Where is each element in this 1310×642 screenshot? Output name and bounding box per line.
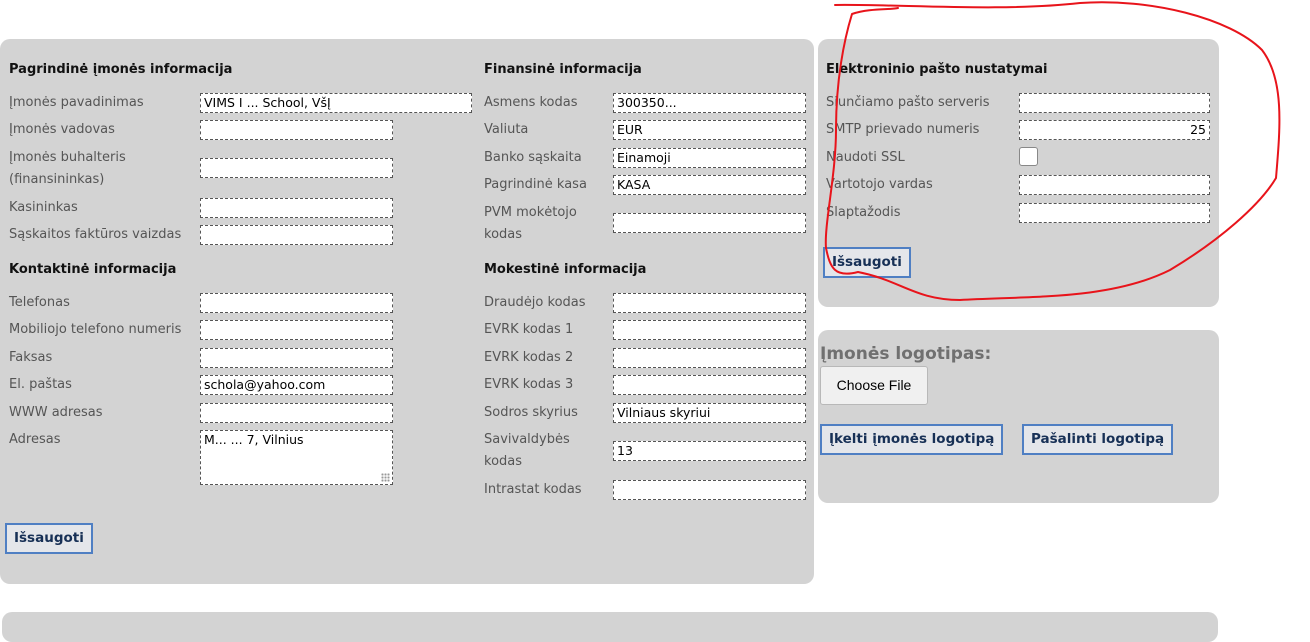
sodra-branch-input[interactable]: Vilniaus skyriui (613, 403, 806, 423)
phone-input[interactable] (200, 293, 393, 313)
intrastat-code-input[interactable] (613, 480, 806, 500)
company-director-label: Įmonės vadovas (9, 122, 115, 137)
evrk-code-3-label: EVRK kodas 3 (484, 377, 574, 392)
main-cashbox-input[interactable]: KASA (613, 175, 806, 195)
main-cashbox-label: Pagrindinė kasa (484, 177, 587, 192)
email-label: El. paštas (9, 377, 72, 392)
password-label: Slaptažodis (826, 205, 901, 220)
insurer-code-input[interactable] (613, 293, 806, 313)
evrk-code-2-label: EVRK kodas 2 (484, 350, 574, 365)
personal-code-label: Asmens kodas (484, 95, 578, 110)
password-input[interactable] (1019, 203, 1210, 223)
invoice-view-label: Sąskaitos faktūros vaizdas (9, 227, 182, 242)
bottom-panel (2, 612, 1218, 642)
address-textarea[interactable]: M... ... 7, Vilnius (200, 430, 393, 485)
company-accountant-label: Įmonės buhalteris (finansininkas) (9, 150, 126, 187)
username-label: Vartotojo vardas (826, 177, 933, 192)
smtp-port-label: SMTP prievado numeris (826, 122, 980, 137)
ssl-checkbox[interactable] (1019, 147, 1038, 166)
evrk-code-2-input[interactable] (613, 348, 806, 368)
address-value: M... ... 7, Vilnius (204, 432, 304, 447)
ssl-label: Naudoti SSL (826, 150, 905, 165)
vat-code-label: PVM mokėtojo kodas (484, 205, 577, 242)
company-name-input[interactable]: VIMS I ... School, VšĮ (200, 93, 472, 113)
phone-label: Telefonas (9, 295, 70, 310)
website-input[interactable] (200, 403, 393, 423)
company-accountant-input[interactable] (200, 158, 393, 178)
email-settings-title: Elektroninio pašto nustatymai (826, 62, 1048, 77)
logo-title: Įmonės logotipas: (820, 344, 992, 364)
address-label: Adresas (9, 432, 61, 447)
insurer-code-label: Draudėjo kodas (484, 295, 586, 310)
company-name-label: Įmonės pavadinimas (9, 95, 144, 110)
currency-input[interactable]: EUR (613, 120, 806, 140)
mobile-phone-label: Mobiliojo telefono numeris (9, 322, 182, 337)
email-input[interactable]: schola@yahoo.com (200, 375, 393, 395)
invoice-view-input[interactable] (200, 225, 393, 245)
tax-info-title: Mokestinė informacija (484, 262, 647, 277)
financial-info-title: Finansinė informacija (484, 62, 642, 77)
cashier-input[interactable] (200, 198, 393, 218)
cashier-label: Kasininkas (9, 200, 78, 215)
choose-file-button[interactable]: Choose File (820, 366, 928, 405)
municipality-code-input[interactable]: 13 (613, 441, 806, 461)
contact-info-title: Kontaktinė informacija (9, 262, 177, 277)
sodra-branch-label: Sodros skyrius (484, 405, 578, 420)
bank-account-label: Banko sąskaita (484, 150, 582, 165)
evrk-code-1-input[interactable] (613, 320, 806, 340)
company-director-input[interactable] (200, 120, 393, 140)
website-label: WWW adresas (9, 405, 103, 420)
smtp-server-input[interactable] (1019, 93, 1210, 113)
municipality-code-label: Savivaldybės kodas (484, 432, 570, 469)
fax-input[interactable] (200, 348, 393, 368)
upload-logo-button[interactable]: Įkelti įmonės logotipą (820, 424, 1004, 455)
email-settings-panel: Elektroninio pašto nustatymai Siunčiamo … (818, 39, 1219, 307)
company-settings-panel: Pagrindinė įmonės informacija Įmonės pav… (0, 39, 814, 584)
fax-label: Faksas (9, 350, 53, 365)
personal-code-input[interactable]: 300350... (613, 93, 806, 113)
intrastat-code-label: Intrastat kodas (484, 482, 582, 497)
resize-grip-icon[interactable] (381, 473, 390, 482)
bank-account-input[interactable]: Einamoji (613, 148, 806, 168)
smtp-port-input[interactable]: 25 (1019, 120, 1210, 140)
currency-label: Valiuta (484, 122, 529, 137)
remove-logo-button[interactable]: Pašalinti logotipą (1022, 424, 1174, 455)
mobile-phone-input[interactable] (200, 320, 393, 340)
save-button[interactable]: Išsaugoti (5, 523, 93, 554)
evrk-code-3-input[interactable] (613, 375, 806, 395)
vat-code-input[interactable] (613, 213, 806, 233)
username-input[interactable] (1019, 175, 1210, 195)
logo-panel: Įmonės logotipas: Choose File Įkelti įmo… (818, 330, 1219, 503)
smtp-server-label: Siunčiamo pašto serveris (826, 95, 990, 110)
evrk-code-1-label: EVRK kodas 1 (484, 322, 574, 337)
company-info-title: Pagrindinė įmonės informacija (9, 62, 233, 77)
email-save-button[interactable]: Išsaugoti (823, 247, 911, 278)
